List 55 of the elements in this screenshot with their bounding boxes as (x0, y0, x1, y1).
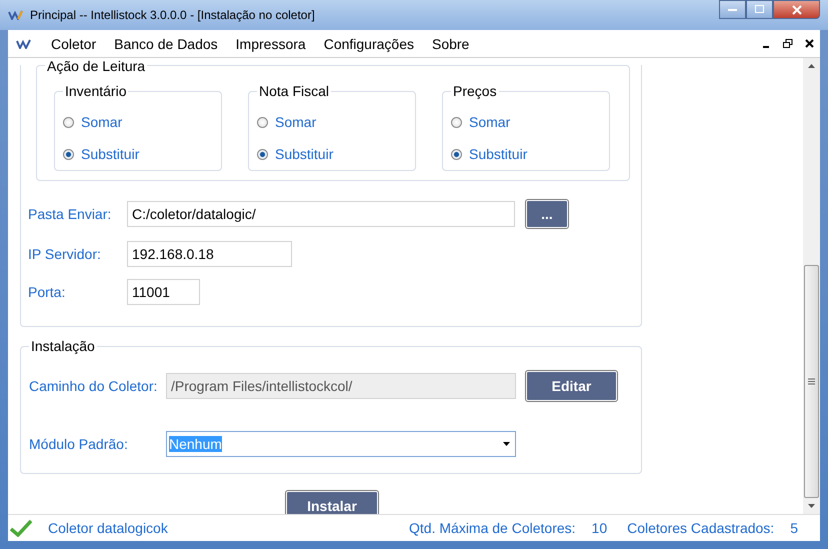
menu-item[interactable]: Coletor (42, 36, 106, 52)
dropdown-arrow-icon (503, 442, 510, 446)
radio-button[interactable] (63, 148, 74, 160)
minimize-icon (728, 8, 738, 12)
dropdown[interactable]: Nenhum (166, 431, 516, 457)
field-label: Pasta Enviar: (27, 206, 112, 222)
status-message: Coletor datalogicok (48, 520, 168, 536)
radio-label[interactable]: Substituir (275, 146, 334, 162)
radio-label[interactable]: Substituir (81, 146, 140, 162)
maximize-button[interactable] (746, 0, 773, 19)
maximize-icon (754, 5, 764, 14)
restore-icon[interactable] (783, 39, 793, 48)
radio-button[interactable] (451, 116, 462, 128)
radio-label[interactable]: Somar (275, 114, 316, 130)
group-title: Nota Fiscal (257, 83, 332, 99)
input-field[interactable]: C:/coletor/datalogic/ (127, 201, 515, 227)
field-label: Porta: (27, 284, 66, 300)
close-button[interactable] (773, 0, 820, 19)
status-label: Qtd. Máxima de Coletores: (409, 520, 576, 536)
close-icon (792, 4, 802, 14)
input-field[interactable]: 11001 (127, 279, 200, 305)
minimize-button[interactable] (719, 0, 746, 19)
menu-item[interactable]: Configurações (314, 36, 423, 52)
scroll-up-icon[interactable] (808, 64, 815, 68)
app-logo-icon (16, 38, 32, 48)
field-label: Módulo Padrão: (28, 436, 129, 452)
input-field[interactable]: 192.168.0.18 (127, 241, 292, 267)
radio-button[interactable] (63, 116, 74, 128)
menu-item[interactable]: Banco de Dados (105, 36, 227, 52)
group-title: Instalação (29, 338, 97, 354)
group-title: Preços (451, 83, 499, 99)
scrollbar[interactable] (803, 58, 820, 514)
radio-label[interactable]: Substituir (469, 146, 528, 162)
menu-item[interactable]: Impressora (226, 36, 315, 52)
status-label: Coletores Cadastrados: (627, 520, 774, 536)
checkmark-icon (10, 519, 32, 537)
app-logo-icon (8, 10, 24, 20)
window-title: Principal -- Intellistock 3.0.0.0 - [Instalação no coletor] (30, 8, 315, 22)
field-label: Caminho do Coletor: (28, 378, 158, 394)
group-title: Inventário (63, 83, 128, 99)
menu-item[interactable]: Sobre (422, 36, 478, 52)
radio-label[interactable]: Somar (469, 114, 510, 130)
radio-button[interactable] (451, 148, 462, 160)
radio-label[interactable]: Somar (81, 114, 122, 130)
radio-button[interactable] (257, 148, 268, 160)
status-value: 10 (592, 520, 608, 536)
group-title: Ação de Leitura (45, 58, 148, 74)
scroll-down-icon[interactable] (808, 504, 815, 508)
field-label: IP Servidor: (27, 246, 102, 262)
radio-button[interactable] (257, 116, 268, 128)
grip-icon (808, 378, 815, 385)
close-icon[interactable] (805, 39, 814, 48)
install-button[interactable]: Instalar (286, 491, 378, 514)
browse-button[interactable]: ... (526, 200, 568, 228)
status-value: 5 (790, 520, 798, 536)
